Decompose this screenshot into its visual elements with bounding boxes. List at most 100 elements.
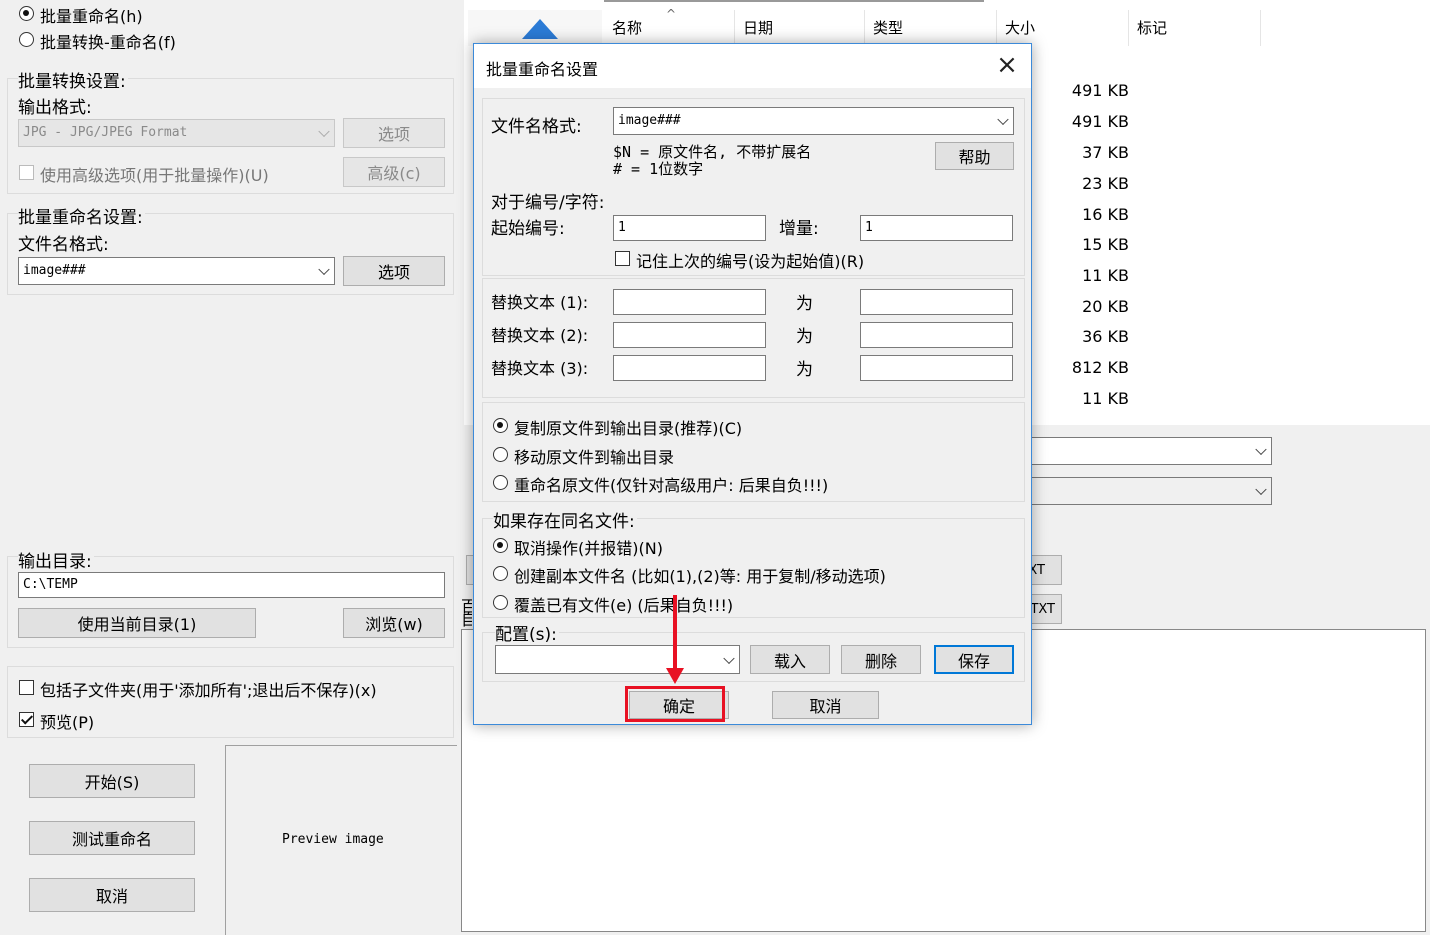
advanced-options-checkbox[interactable]: [19, 165, 34, 180]
start-button[interactable]: 开始(S): [29, 764, 195, 798]
replace2-from-input[interactable]: [613, 322, 766, 348]
help-button[interactable]: 帮助: [935, 142, 1014, 170]
create-copy-radio[interactable]: [493, 566, 508, 581]
batch-rename-dialog: 批量重命名设置 × 文件名格式: image### $N = 原文件名, 不带扩…: [473, 43, 1032, 725]
hint-line-2: # = 1位数字: [613, 160, 704, 178]
dialog-filename-format-select[interactable]: image###: [613, 107, 1014, 135]
chevron-down-icon: [1255, 443, 1267, 456]
left-cancel-button[interactable]: 取消: [29, 878, 195, 912]
column-header-name[interactable]: 名称 ^: [604, 7, 735, 46]
replace2-as-label: 为: [796, 327, 813, 347]
cancel-operation-label: 取消操作(并报错)(N): [514, 539, 663, 558]
folder-star-icon: [522, 19, 558, 39]
column-mark-label: 标记: [1137, 19, 1168, 37]
column-type-label: 类型: [873, 19, 904, 37]
output-dir-input[interactable]: C:\TEMP: [18, 572, 445, 598]
numbering-label: 对于编号/字符:: [491, 193, 605, 213]
column-date-label: 日期: [743, 19, 774, 37]
delete-button[interactable]: 删除: [841, 645, 921, 674]
browse-button[interactable]: 浏览(w): [343, 608, 445, 638]
replace1-as-label: 为: [796, 294, 813, 314]
dialog-cancel-button[interactable]: 取消: [772, 691, 879, 719]
replace1-from-input[interactable]: [613, 289, 766, 315]
preview-label: 预览(P): [40, 713, 95, 732]
partial-left-text-2: 自: [461, 610, 472, 629]
annotation-arrow-head: [666, 668, 684, 684]
overwrite-radio[interactable]: [493, 595, 508, 610]
rename-original-radio[interactable]: [493, 475, 508, 490]
right-dropdown-2[interactable]: [1025, 477, 1272, 505]
dialog-title: 批量重命名设置: [486, 60, 599, 79]
move-to-output-label: 移动原文件到输出目录: [514, 448, 675, 467]
sort-up-icon: ^: [666, 7, 677, 21]
start-number-input[interactable]: 1: [613, 215, 766, 241]
replace3-to-input[interactable]: [860, 355, 1013, 381]
close-icon[interactable]: ×: [992, 52, 1022, 80]
cancel-operation-radio[interactable]: [493, 538, 508, 553]
column-header-date[interactable]: 日期: [735, 10, 865, 46]
preview-placeholder-text: Preview image: [282, 832, 384, 847]
output-format-value: JPG - JPG/JPEG Format: [23, 125, 188, 140]
annotation-arrow-shaft: [673, 595, 677, 670]
right-dropdown-1[interactable]: [1025, 437, 1272, 465]
advanced-options-label: 使用高级选项(用于批量操作)(U): [40, 166, 269, 185]
copy-to-output-label: 复制原文件到输出目录(推荐)(C): [514, 419, 743, 438]
config-select[interactable]: [495, 645, 740, 674]
batch-rename-radio[interactable]: [19, 6, 34, 21]
advanced-button[interactable]: 高级(c): [343, 157, 445, 187]
chevron-down-icon: [318, 263, 330, 276]
output-format-label: 输出格式:: [18, 98, 92, 118]
replace2-to-input[interactable]: [860, 322, 1013, 348]
dialog-titlebar: 批量重命名设置 ×: [474, 44, 1031, 88]
replace3-label: 替换文本 (3):: [491, 359, 589, 378]
test-rename-button[interactable]: 测试重命名: [29, 821, 195, 855]
filename-format-select[interactable]: image###: [18, 257, 335, 285]
column-name-label: 名称: [612, 19, 643, 37]
column-size-label: 大小: [1005, 19, 1036, 37]
column-header-mark[interactable]: 标记: [1129, 10, 1261, 46]
chevron-down-icon: [723, 652, 735, 664]
batch-convert-rename-radio[interactable]: [19, 32, 34, 47]
increment-input[interactable]: 1: [860, 215, 1013, 241]
save-button[interactable]: 保存: [934, 645, 1014, 674]
start-number-label: 起始编号:: [491, 219, 565, 239]
rename-original-label: 重命名原文件(仅针对高级用户: 后果自负!!!): [514, 476, 829, 495]
chevron-down-icon: [1255, 483, 1267, 496]
config-label: 配置(s):: [495, 620, 559, 645]
conflict-label: 如果存在同名文件:: [493, 507, 637, 532]
ok-button-highlight: [625, 686, 725, 722]
rename-settings-label: 批量重命名设置:: [18, 203, 145, 228]
filename-format-value: image###: [23, 263, 86, 278]
column-header-size[interactable]: 大小: [997, 10, 1129, 46]
filename-format-label: 文件名格式:: [18, 235, 109, 255]
output-format-select[interactable]: JPG - JPG/JPEG Format: [18, 119, 335, 147]
copy-to-output-radio[interactable]: [493, 418, 508, 433]
overwrite-label: 覆盖已有文件(e) (后果自负!!!): [514, 596, 734, 615]
remember-number-label: 记住上次的编号(设为起始值)(R): [636, 252, 865, 271]
use-current-dir-button[interactable]: 使用当前目录(1): [18, 608, 256, 638]
include-subfolders-label: 包括子文件夹(用于'添加所有';退出后不保存)(x): [40, 681, 377, 700]
include-subfolders-checkbox[interactable]: [19, 680, 34, 695]
load-button[interactable]: 载入: [750, 645, 830, 674]
convert-settings-label: 批量转换设置:: [18, 67, 128, 92]
rename-options-button[interactable]: 选项: [343, 256, 445, 286]
create-copy-label: 创建副本文件名 (比如(1),(2)等: 用于复制/移动选项): [514, 567, 886, 586]
replace2-label: 替换文本 (2):: [491, 326, 589, 345]
column-header-type[interactable]: 类型: [865, 10, 997, 46]
chevron-down-icon: [997, 113, 1009, 126]
chevron-down-icon: [318, 125, 330, 138]
replace3-as-label: 为: [796, 360, 813, 380]
replace1-label: 替换文本 (1):: [491, 293, 589, 312]
move-to-output-radio[interactable]: [493, 447, 508, 462]
replace3-from-input[interactable]: [613, 355, 766, 381]
replace1-to-input[interactable]: [860, 289, 1013, 315]
dialog-filename-format-value: image###: [618, 113, 681, 128]
format-options-button[interactable]: 选项: [343, 118, 445, 148]
output-dir-label: 输出目录:: [18, 547, 94, 572]
preview-checkbox[interactable]: [19, 712, 34, 727]
batch-convert-rename-label: 批量转换-重命名(f): [40, 33, 176, 52]
preview-box: Preview image: [225, 745, 457, 935]
remember-number-checkbox[interactable]: [615, 251, 630, 266]
dialog-filename-format-label: 文件名格式:: [491, 117, 582, 137]
increment-label: 增量:: [779, 219, 819, 239]
